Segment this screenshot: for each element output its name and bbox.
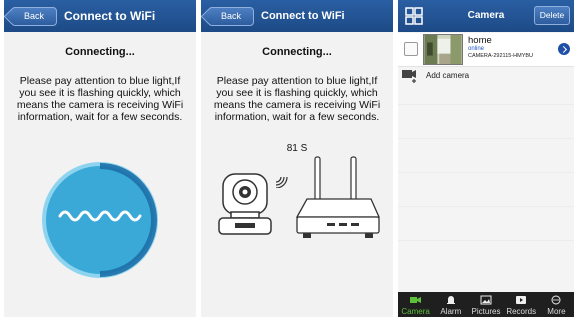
bottom-tab-bar: Camera Alarm Pictures Records More	[398, 292, 574, 317]
instruction-text: Please pay attention to blue light,If yo…	[213, 75, 381, 123]
connect-wifi-screen-1: Back Connect to WiFi Connecting... Pleas…	[4, 0, 196, 317]
header-bar: Camera Delete	[398, 0, 574, 32]
connecting-heading: Connecting...	[262, 46, 332, 58]
tab-label: Pictures	[471, 307, 501, 316]
signal-waves-icon	[275, 176, 288, 188]
page-title: Connect to WiFi	[261, 10, 345, 22]
camera-name: home	[468, 35, 492, 46]
connecting-heading: Connecting...	[65, 46, 135, 58]
tab-label: Camera	[401, 307, 430, 316]
record-icon	[516, 296, 527, 304]
tab-label: More	[547, 307, 566, 316]
back-button[interactable]: Back	[208, 7, 254, 26]
divider	[398, 138, 574, 139]
tab-label: Alarm	[440, 307, 462, 316]
wifi-signal-animation-icon	[42, 162, 158, 278]
tab-records[interactable]: Records	[504, 292, 539, 317]
camera-status: online	[468, 46, 485, 52]
bell-icon	[446, 296, 455, 304]
tab-camera[interactable]: Camera	[398, 292, 433, 317]
select-checkbox[interactable]	[404, 42, 418, 56]
chevron-right-icon[interactable]	[558, 43, 570, 55]
add-camera-button[interactable]: Add camera	[398, 68, 574, 86]
camera-list-item[interactable]: home online CAMERA-292115-HMYBU	[398, 33, 574, 67]
camera-list-screen: Camera Delete home online CAMERA-292115-…	[398, 0, 574, 317]
tab-pictures[interactable]: Pictures	[468, 292, 503, 317]
delete-button[interactable]: Delete	[534, 6, 570, 25]
divider	[398, 206, 574, 207]
header-bar: Back Connect to WiFi	[4, 0, 196, 32]
tab-alarm[interactable]: Alarm	[433, 292, 468, 317]
page-title: Connect to WiFi	[64, 9, 156, 23]
add-camera-label: Add camera	[426, 71, 470, 80]
tab-label: Records	[506, 307, 537, 316]
divider	[398, 104, 574, 105]
header-bar: Back Connect to WiFi	[201, 0, 393, 32]
countdown-timer: 81 S	[286, 143, 308, 154]
wifi-router-icon	[295, 156, 381, 238]
camera-icon	[409, 297, 421, 303]
back-button[interactable]: Back	[11, 7, 57, 26]
ip-camera-icon	[218, 173, 272, 235]
camera-thumbnail[interactable]	[423, 34, 463, 65]
camera-id: CAMERA-292115-HMYBU	[468, 53, 534, 59]
more-icon	[551, 295, 561, 305]
instruction-text: Please pay attention to blue light,If yo…	[16, 75, 184, 123]
picture-icon	[480, 295, 492, 305]
divider	[398, 172, 574, 173]
tab-more[interactable]: More	[539, 292, 574, 317]
divider	[398, 240, 574, 241]
connect-wifi-screen-2: Back Connect to WiFi Connecting... Pleas…	[201, 0, 393, 317]
add-camera-icon	[402, 70, 416, 83]
